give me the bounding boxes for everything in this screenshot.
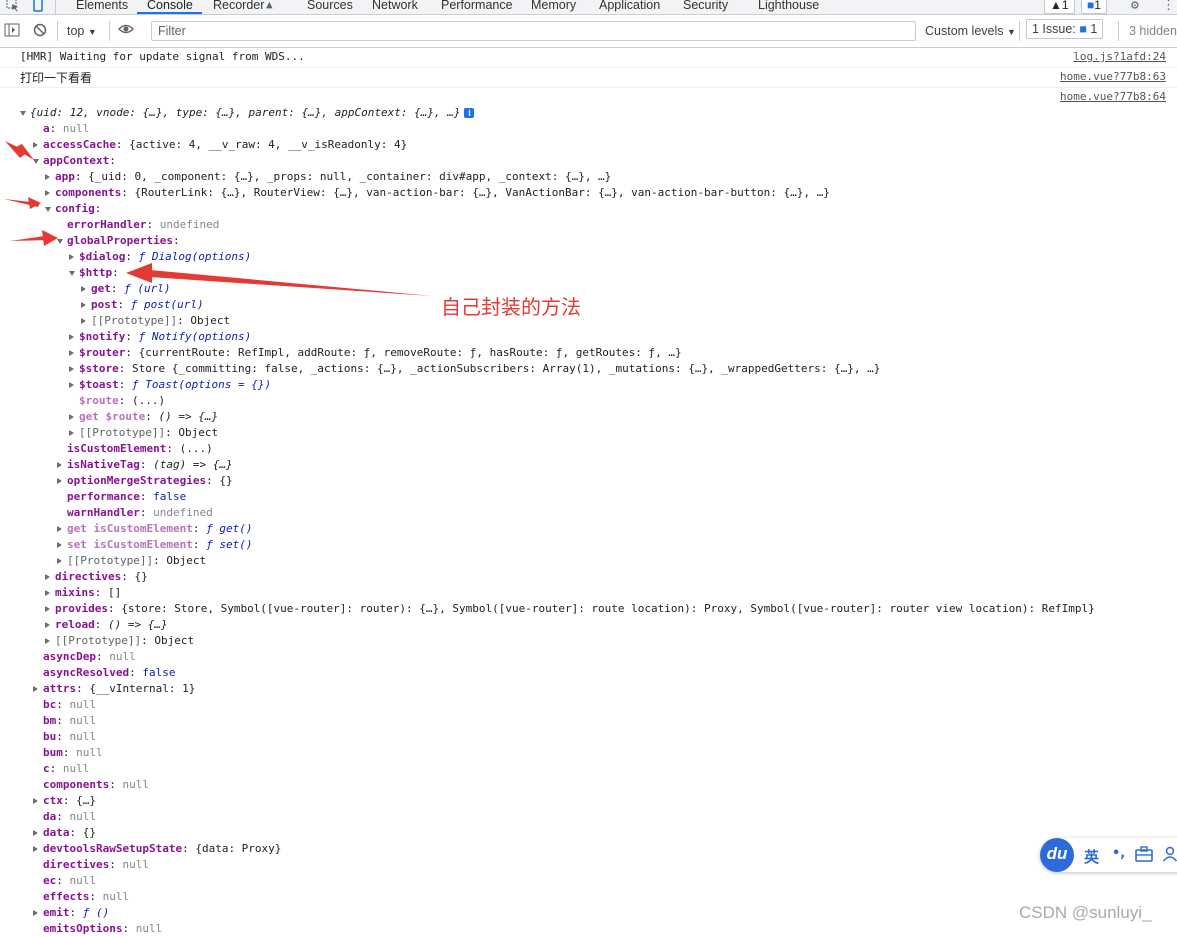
- user-icon[interactable]: [1162, 846, 1177, 866]
- annotation-text: 自己封装的方法: [441, 295, 581, 319]
- ime-mode-label[interactable]: 英: [1084, 846, 1099, 867]
- toolbox-icon[interactable]: [1135, 846, 1153, 866]
- baidu-ime-logo: du: [1040, 838, 1074, 872]
- csdn-watermark: CSDN @sunluyi_: [1019, 903, 1152, 922]
- annotation-arrows: [4, 141, 432, 296]
- ime-toolbar[interactable]: du 英 •,: [1040, 838, 1177, 872]
- punctuation-icon[interactable]: •,: [1112, 846, 1125, 861]
